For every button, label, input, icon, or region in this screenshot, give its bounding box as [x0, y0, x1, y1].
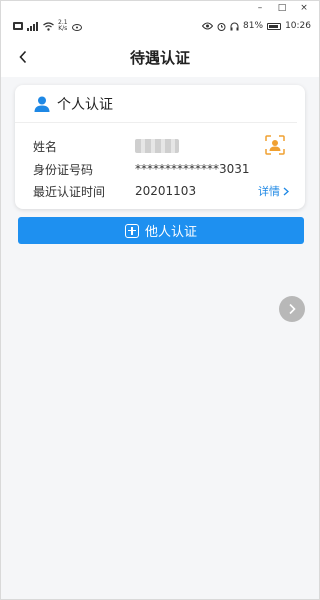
battery-percent: 81%	[243, 21, 264, 31]
app-window: – □ × 2.1 K/s 81% 10:26 待遇认证 个人认证 姓名 身份证…	[0, 0, 320, 600]
name-row: 姓名	[33, 135, 289, 157]
clock: 10:26	[285, 21, 311, 31]
close-button[interactable]: ×	[293, 1, 315, 15]
status-bar-right: 81% 10:26	[202, 21, 311, 31]
minimize-button[interactable]: –	[249, 1, 271, 15]
status-bar-left: 2.1 K/s	[13, 20, 82, 32]
wifi-icon	[43, 21, 54, 31]
page-header: 待遇认证	[1, 37, 319, 77]
id-number-label: 身份证号码	[33, 162, 94, 177]
card-header: 个人认证	[15, 85, 297, 123]
chevron-left-icon	[19, 50, 27, 64]
speed-unit: K/s	[58, 25, 68, 32]
eye-icon	[202, 22, 214, 30]
person-icon	[34, 96, 50, 112]
detail-link[interactable]: 详情	[258, 183, 289, 199]
status-bar: 2.1 K/s 81% 10:26	[1, 15, 319, 37]
chevron-right-icon	[283, 187, 289, 195]
alarm-icon	[217, 22, 226, 31]
id-number-value: **************3031	[135, 162, 250, 176]
last-auth-row: 最近认证时间 20201103 详情	[33, 180, 289, 202]
battery-icon	[267, 22, 282, 30]
back-button[interactable]	[11, 45, 35, 69]
headphone-icon	[230, 22, 239, 30]
page-title: 待遇认证	[129, 48, 190, 67]
others-auth-label: 他人认证	[144, 225, 197, 240]
maximize-button[interactable]: □	[271, 1, 293, 15]
card-title: 个人认证	[57, 96, 113, 113]
id-number-row: 身份证号码 **************3031	[33, 158, 289, 180]
chevron-right-icon	[289, 303, 296, 315]
signal-icon	[27, 21, 38, 31]
name-label: 姓名	[33, 139, 58, 154]
floating-next-button[interactable]	[279, 296, 305, 322]
plus-square-icon	[124, 223, 139, 238]
personal-auth-card: 个人认证 姓名 身份证号码 **************3031 最近认证时间 …	[15, 85, 305, 209]
masked-name-value	[135, 139, 179, 153]
weibo-icon	[71, 23, 82, 31]
last-auth-value: 20201103	[135, 184, 197, 198]
others-auth-button[interactable]: 他人认证	[18, 217, 304, 244]
window-controls: – □ ×	[1, 1, 319, 15]
last-auth-label: 最近认证时间	[33, 184, 106, 199]
detail-label: 详情	[258, 185, 280, 198]
face-recognition-icon[interactable]	[265, 135, 285, 155]
hd-icon	[13, 22, 23, 30]
network-speed: 2.1 K/s	[58, 20, 68, 32]
